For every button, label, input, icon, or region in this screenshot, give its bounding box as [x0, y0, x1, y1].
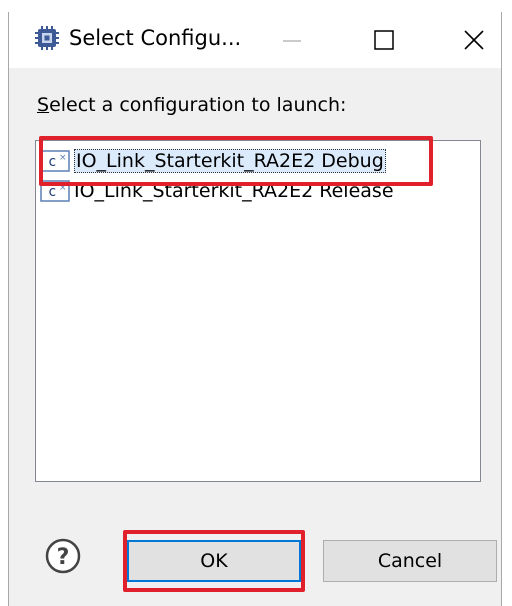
svg-text:c: c [48, 154, 56, 170]
background-strip [0, 0, 512, 12]
ok-button[interactable]: OK [127, 540, 301, 582]
configuration-list[interactable]: c × IO_Link_Starterkit_RA2E2 Debug c × I… [35, 140, 481, 482]
list-item-label: IO_Link_Starterkit_RA2E2 Release [74, 180, 394, 202]
help-icon[interactable]: ? [45, 538, 81, 574]
prompt-text: elect a configuration to launch: [49, 94, 347, 116]
svg-text:c: c [48, 184, 56, 200]
list-item-release[interactable]: c × IO_Link_Starterkit_RA2E2 Release [40, 177, 394, 205]
minimize-icon [283, 40, 301, 42]
svg-text:×: × [59, 153, 67, 163]
cancel-button[interactable]: Cancel [323, 540, 497, 582]
prompt-mnemonic: S [37, 94, 50, 116]
select-configuration-dialog: Select Configu... Select a configuration… [8, 12, 502, 606]
svg-text:×: × [59, 183, 67, 193]
minimize-button[interactable] [257, 12, 327, 68]
title-bar[interactable]: Select Configu... [9, 12, 501, 68]
close-button[interactable] [439, 12, 509, 68]
maximize-button[interactable] [349, 12, 419, 68]
configuration-chip-icon [35, 26, 59, 50]
maximize-icon [374, 30, 394, 50]
list-item-label: IO_Link_Starterkit_RA2E2 Debug [74, 149, 386, 173]
list-item-debug[interactable]: c × IO_Link_Starterkit_RA2E2 Debug [40, 147, 386, 175]
c-build-config-icon: c × [40, 180, 70, 202]
configuration-prompt-label: Select a configuration to launch: [37, 94, 346, 116]
window-title: Select Configu... [69, 26, 242, 50]
c-build-config-icon: c × [40, 150, 70, 172]
svg-text:?: ? [57, 545, 70, 570]
close-icon [464, 30, 484, 50]
